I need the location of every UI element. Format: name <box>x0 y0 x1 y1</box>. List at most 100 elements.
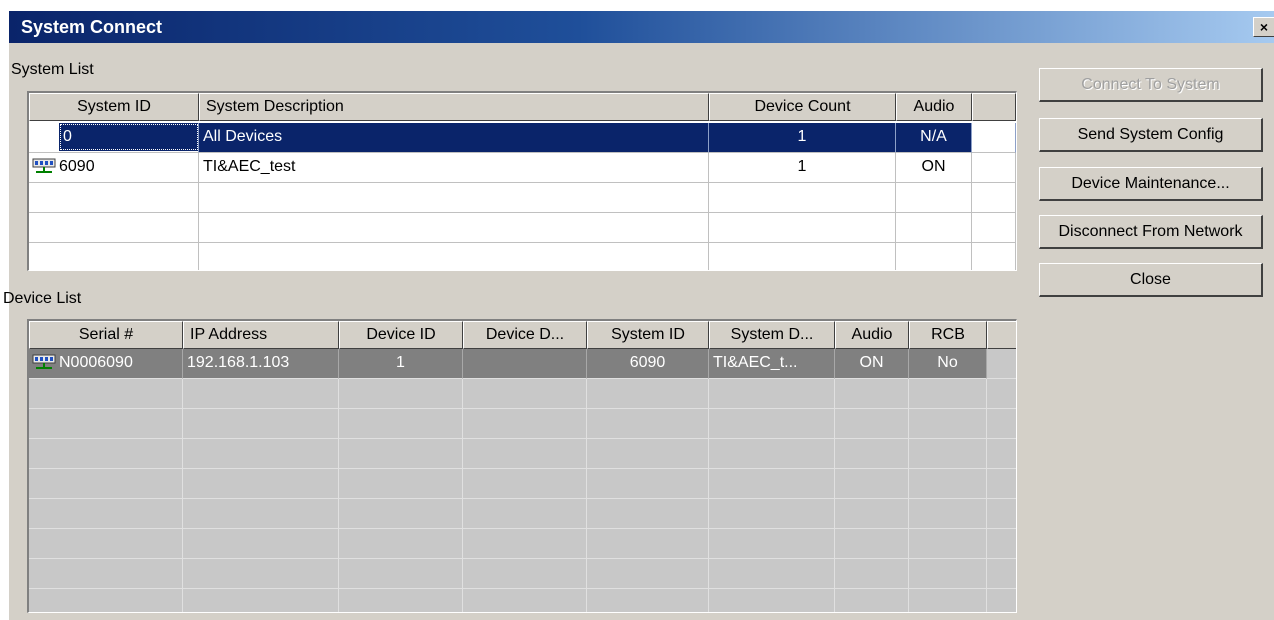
col-header-filler <box>987 321 1016 349</box>
empty-cell <box>29 499 183 529</box>
empty-row <box>29 439 1016 469</box>
close-button[interactable]: Close <box>1039 263 1263 297</box>
empty-cell <box>183 589 339 612</box>
row-ip-address: 192.168.1.103 <box>183 349 339 379</box>
send-system-config-button[interactable]: Send System Config <box>1039 118 1263 152</box>
col-header-ip-address[interactable]: IP Address <box>183 321 339 349</box>
col-header-filler <box>972 93 1016 121</box>
empty-cell <box>339 529 463 559</box>
row-system-id: 6090 <box>587 349 709 379</box>
empty-cell <box>987 469 1016 499</box>
row-system-description: All Devices <box>199 123 709 153</box>
empty-row <box>29 243 1016 270</box>
empty-cell <box>709 589 835 612</box>
empty-cell <box>909 379 987 409</box>
close-icon[interactable]: × <box>1253 17 1274 37</box>
empty-row <box>29 409 1016 439</box>
empty-cell <box>587 409 709 439</box>
row-audio: ON <box>896 153 972 183</box>
empty-cell <box>463 409 587 439</box>
col-header-system-description[interactable]: System D... <box>709 321 835 349</box>
row-filler <box>972 123 1016 153</box>
title-bar[interactable]: System Connect × <box>9 11 1274 43</box>
empty-cell <box>835 529 909 559</box>
col-header-serial[interactable]: Serial # <box>29 321 183 349</box>
empty-cell <box>587 559 709 589</box>
empty-cell <box>463 589 587 612</box>
empty-cell <box>709 559 835 589</box>
row-serial-cell: N0006090 <box>29 349 183 379</box>
empty-cell <box>29 559 183 589</box>
empty-cell <box>909 499 987 529</box>
empty-cell <box>709 529 835 559</box>
device-list-header: Serial # IP Address Device ID Device D..… <box>29 321 1016 349</box>
row-device-count: 1 <box>709 153 896 183</box>
empty-row <box>29 183 1016 213</box>
connect-to-system-button[interactable]: Connect To System <box>1039 68 1263 102</box>
col-header-audio[interactable]: Audio <box>896 93 972 121</box>
empty-cell <box>709 499 835 529</box>
empty-cell <box>463 499 587 529</box>
empty-cell <box>339 379 463 409</box>
empty-row <box>29 469 1016 499</box>
empty-cell <box>183 499 339 529</box>
empty-cell <box>29 409 183 439</box>
disconnect-from-network-button[interactable]: Disconnect From Network <box>1039 215 1263 249</box>
empty-cell <box>29 469 183 499</box>
empty-cell <box>463 469 587 499</box>
network-device-icon <box>32 158 56 173</box>
col-header-rcb[interactable]: RCB <box>909 321 987 349</box>
col-header-system-id[interactable]: System ID <box>29 93 199 121</box>
row-system-id: 6090 <box>59 158 95 175</box>
system-list-label: System List <box>11 61 94 78</box>
empty-cell <box>835 469 909 499</box>
row-system-id: 0 <box>59 123 198 151</box>
empty-cell <box>463 379 587 409</box>
empty-cell <box>709 469 835 499</box>
empty-cell <box>463 439 587 469</box>
table-row[interactable]: 0 All Devices 1 N/A <box>29 123 1016 153</box>
col-header-device-description[interactable]: Device D... <box>463 321 587 349</box>
empty-cell <box>587 589 709 612</box>
empty-cell <box>183 469 339 499</box>
col-header-audio[interactable]: Audio <box>835 321 909 349</box>
row-filler <box>987 349 1016 379</box>
table-row[interactable]: N0006090 192.168.1.103 1 6090 TI&AEC_t..… <box>29 349 1016 379</box>
col-header-system-description[interactable]: System Description <box>199 93 709 121</box>
empty-row <box>29 213 1016 243</box>
col-header-system-id[interactable]: System ID <box>587 321 709 349</box>
col-header-device-count[interactable]: Device Count <box>709 93 896 121</box>
empty-cell <box>987 379 1016 409</box>
empty-cell <box>183 529 339 559</box>
empty-cell <box>835 409 909 439</box>
row-system-id-cell: 6090 <box>29 153 199 183</box>
empty-cell <box>29 589 183 612</box>
empty-cell <box>909 559 987 589</box>
row-system-id-cell: 0 <box>29 123 199 153</box>
col-header-device-id[interactable]: Device ID <box>339 321 463 349</box>
system-connect-window: System Connect × System List System ID S… <box>3 10 1274 620</box>
empty-cell <box>835 499 909 529</box>
empty-cell <box>709 409 835 439</box>
row-device-id: 1 <box>339 349 463 379</box>
row-system-description: TI&AEC_t... <box>709 349 835 379</box>
row-device-description <box>463 349 587 379</box>
empty-cell <box>909 439 987 469</box>
device-list-grid[interactable]: Serial # IP Address Device ID Device D..… <box>27 319 1017 613</box>
empty-cell <box>587 529 709 559</box>
system-list-header: System ID System Description Device Coun… <box>29 93 1016 121</box>
table-row[interactable]: 6090 TI&AEC_test 1 ON <box>29 153 1016 183</box>
device-maintenance-button[interactable]: Device Maintenance... <box>1039 167 1263 201</box>
system-list-grid[interactable]: System ID System Description Device Coun… <box>27 91 1017 271</box>
row-system-description: TI&AEC_test <box>199 153 709 183</box>
device-list-label: Device List <box>3 290 82 307</box>
empty-cell <box>339 499 463 529</box>
empty-cell <box>835 559 909 589</box>
empty-row <box>29 559 1016 589</box>
empty-cell <box>339 469 463 499</box>
empty-cell <box>463 529 587 559</box>
row-filler <box>972 153 1016 183</box>
empty-cell <box>709 439 835 469</box>
empty-cell <box>835 589 909 612</box>
empty-cell <box>987 559 1016 589</box>
